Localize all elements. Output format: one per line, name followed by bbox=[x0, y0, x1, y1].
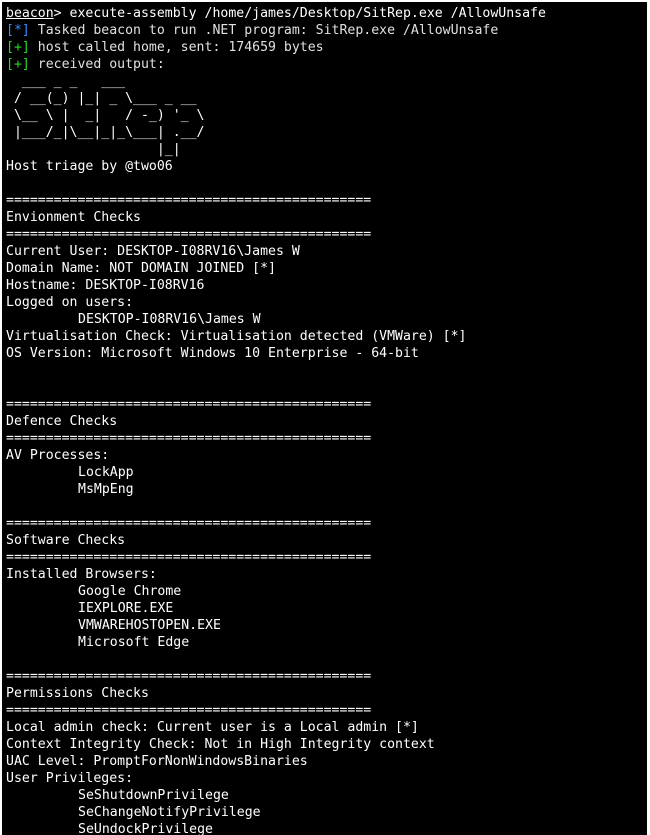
command-text: execute-assembly /home/james/Desktop/Sit… bbox=[61, 6, 546, 21]
task-message: [*] Tasked beacon to run .NET program: S… bbox=[6, 22, 647, 39]
info-tag: [*] bbox=[6, 23, 30, 38]
triage-credit: Host triage by @two06 bbox=[6, 159, 173, 174]
logged-on-users-label: Logged on users: bbox=[6, 295, 134, 310]
privilege-item: SeChangeNotifyPrivilege bbox=[78, 805, 261, 820]
command-line: beacon> execute-assembly /home/james/Des… bbox=[6, 5, 647, 22]
av-process: MsMpEng bbox=[78, 482, 134, 497]
received-output-message: [+] received output: bbox=[6, 56, 647, 73]
section-separator: ========================================… bbox=[6, 516, 372, 531]
local-admin-check: Local admin check: Current user is a Loc… bbox=[6, 720, 419, 735]
success-tag: [+] bbox=[6, 57, 30, 72]
av-processes-label: AV Processes: bbox=[6, 448, 110, 463]
section-separator: ========================================… bbox=[6, 550, 372, 565]
installed-browsers-label: Installed Browsers: bbox=[6, 567, 157, 582]
domain-name: Domain Name: NOT DOMAIN JOINED [*] bbox=[6, 261, 276, 276]
current-user: Current User: DESKTOP-I08RV16\James W bbox=[6, 244, 300, 259]
section-separator: ========================================… bbox=[6, 431, 372, 446]
task-message-text: Tasked beacon to run .NET program: SitRe… bbox=[29, 23, 499, 38]
browser-item: Microsoft Edge bbox=[78, 635, 190, 650]
terminal-window[interactable]: beacon> execute-assembly /home/james/Des… bbox=[2, 2, 647, 835]
section-separator: ========================================… bbox=[6, 227, 372, 242]
prompt-separator: > bbox=[53, 6, 62, 21]
browser-item: IEXPLORE.EXE bbox=[78, 601, 174, 616]
browser-item: VMWAREHOSTOPEN.EXE bbox=[78, 618, 221, 633]
beacon-prompt: beacon bbox=[6, 6, 54, 21]
defence-checks-title: Defence Checks bbox=[6, 414, 118, 429]
hostname: Hostname: DESKTOP-I08RV16 bbox=[6, 278, 205, 293]
user-privileges-label: User Privileges: bbox=[6, 771, 134, 786]
received-output-text: received output: bbox=[29, 57, 165, 72]
software-checks-title: Software Checks bbox=[6, 533, 126, 548]
permissions-checks-title: Permissions Checks bbox=[6, 686, 149, 701]
section-separator: ========================================… bbox=[6, 669, 372, 684]
privilege-item: SeShutdownPrivilege bbox=[78, 788, 229, 803]
section-separator: ========================================… bbox=[6, 703, 372, 718]
logged-on-user: DESKTOP-I08RV16\James W bbox=[78, 312, 261, 327]
environment-checks-title: Envionment Checks bbox=[6, 210, 141, 225]
privilege-item: SeUndockPrivilege bbox=[78, 822, 213, 835]
virtualisation-check: Virtualisation Check: Virtualisation det… bbox=[6, 329, 467, 344]
integrity-check: Context Integrity Check: Not in High Int… bbox=[6, 737, 435, 752]
section-separator: ========================================… bbox=[6, 193, 372, 208]
uac-level: UAC Level: PromptForNonWindowsBinaries bbox=[6, 754, 308, 769]
browser-item: Google Chrome bbox=[78, 584, 182, 599]
success-tag: [+] bbox=[6, 40, 30, 55]
sitrep-ascii-logo: ___ _ _ ___ / __(_) |_| _ \___ _ __ \__ … bbox=[13, 74, 205, 157]
os-version: OS Version: Microsoft Windows 10 Enterpr… bbox=[6, 346, 419, 361]
host-called-text: host called home, sent: 174659 bytes bbox=[29, 40, 324, 55]
av-process: LockApp bbox=[78, 465, 134, 480]
section-separator: ========================================… bbox=[6, 397, 372, 412]
host-called-message: [+] host called home, sent: 174659 bytes bbox=[6, 39, 647, 56]
